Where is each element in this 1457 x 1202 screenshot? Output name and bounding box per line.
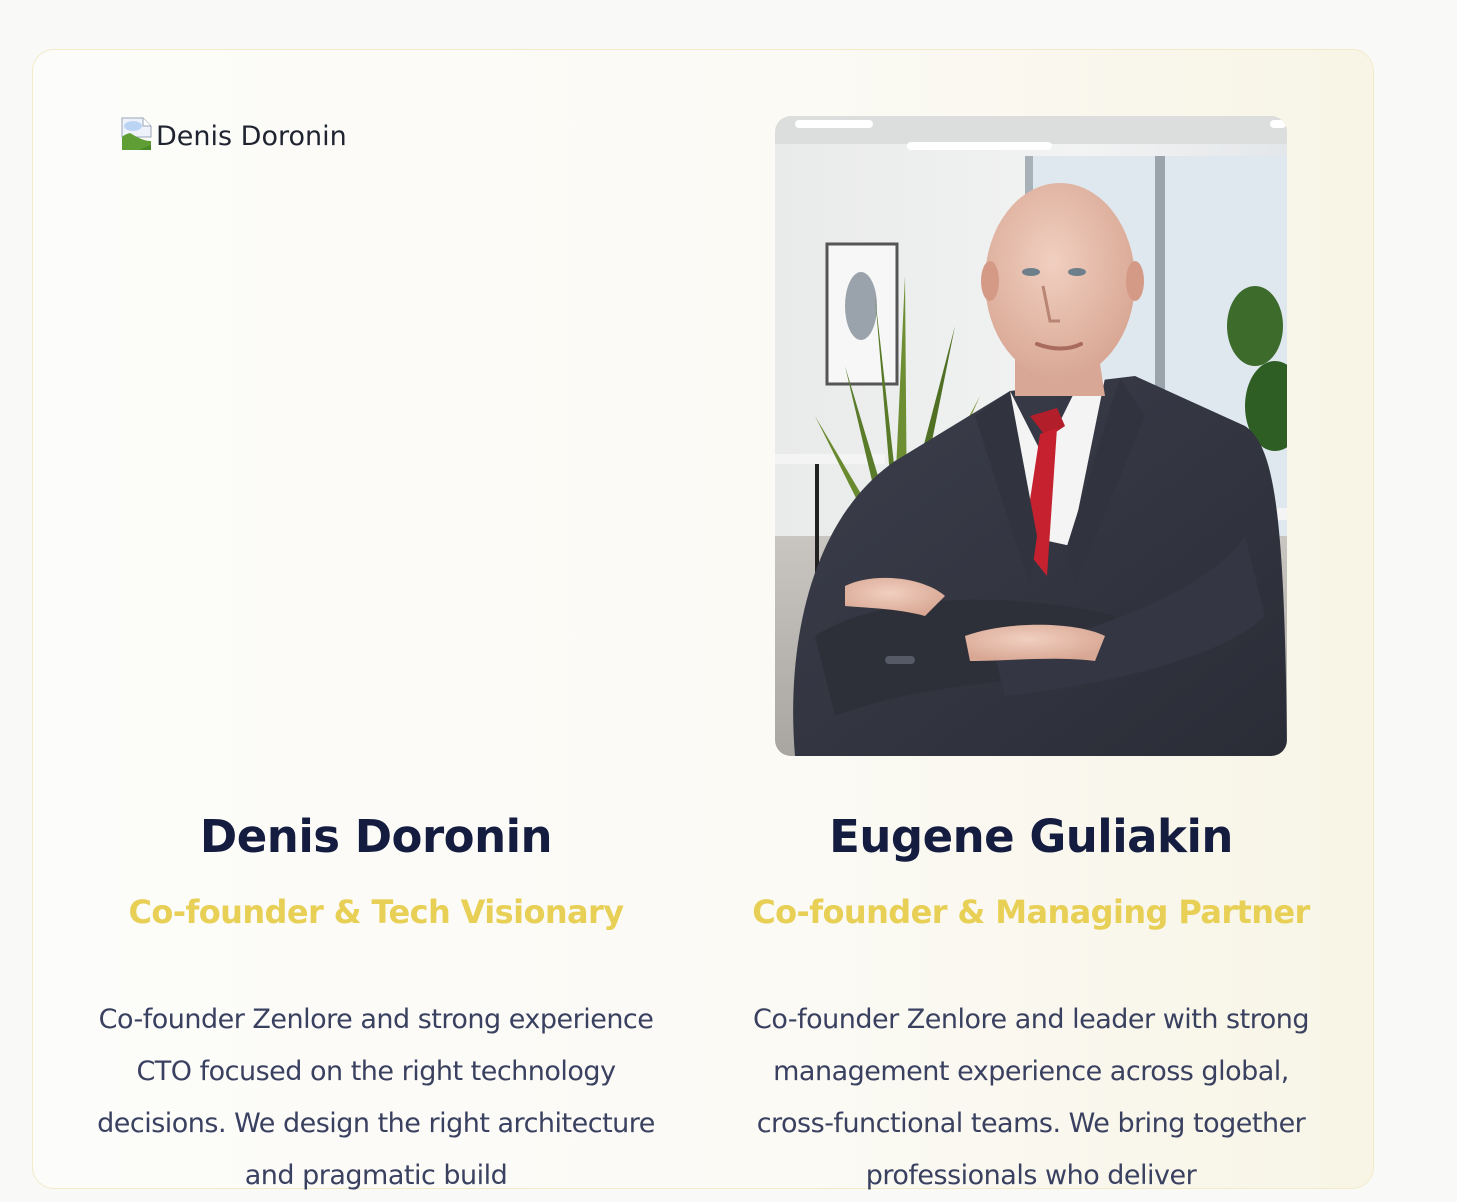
member-bio: Co-founder Zenlore and leader with stron…	[752, 1004, 1310, 1191]
member-bio: Co-founder Zenlore and strong experience…	[97, 1004, 655, 1191]
broken-image-icon	[121, 117, 152, 150]
member-photo-alt-text: Denis Doronin	[156, 120, 347, 152]
member-photo-broken: Denis Doronin	[121, 116, 347, 156]
member-role: Co-founder & Tech Visionary	[128, 893, 625, 931]
member-name: Denis Doronin	[199, 810, 553, 863]
portrait-illustration	[775, 116, 1287, 756]
member-photo	[775, 116, 1287, 756]
member-name: Eugene Guliakin	[829, 810, 1233, 863]
team-card: Denis Doronin Denis Doronin Co-founder &…	[32, 49, 1374, 1191]
member-role: Co-founder & Managing Partner	[752, 893, 1310, 931]
